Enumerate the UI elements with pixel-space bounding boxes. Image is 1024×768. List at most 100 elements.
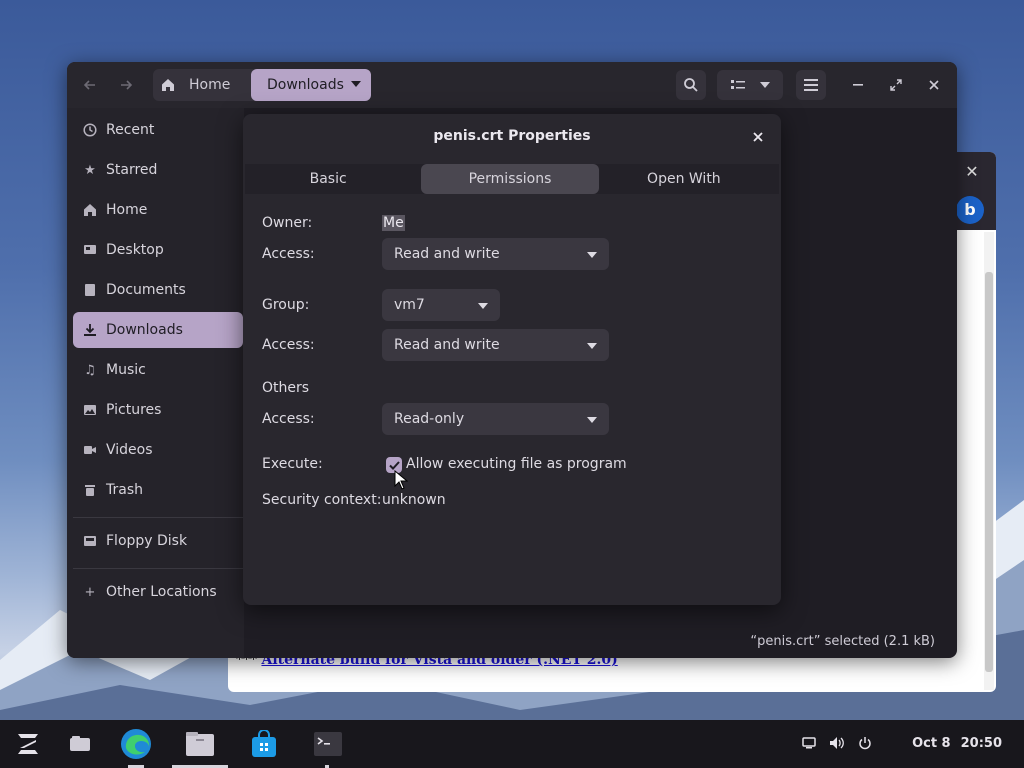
execute-label: Execute:	[262, 456, 323, 472]
path-home-button[interactable]: Home	[153, 69, 251, 101]
close-button[interactable]	[919, 70, 949, 100]
star-icon: ★	[84, 162, 96, 178]
shopping-bag-icon	[252, 730, 276, 757]
zorin-logo-icon	[18, 734, 38, 754]
sidebar-item-label: Documents	[106, 282, 186, 298]
group-value: vm7	[394, 297, 425, 313]
header-bar: Home Downloads	[67, 62, 957, 108]
chevron-down-icon	[587, 252, 597, 258]
terminal-icon	[314, 732, 342, 756]
tab-basic[interactable]: Basic	[245, 164, 411, 194]
search-icon	[684, 78, 698, 92]
sidebar-item-floppy-disk[interactable]: Floppy Disk	[73, 523, 243, 559]
owner-label: Owner:	[262, 215, 313, 231]
volume-icon[interactable]	[828, 734, 846, 752]
clock-time[interactable]: 20:50	[961, 736, 1002, 751]
clock-icon	[82, 122, 98, 138]
maximize-icon	[890, 79, 902, 91]
edge-browser-app[interactable]	[120, 728, 152, 760]
sidebar-item-home[interactable]: Home	[73, 192, 243, 228]
close-icon[interactable]: ✕	[962, 162, 982, 182]
arrow-right-icon	[121, 80, 133, 90]
zorin-menu-button[interactable]	[12, 728, 44, 760]
hamburger-menu-icon	[804, 79, 818, 91]
forward-button[interactable]	[111, 70, 141, 100]
sidebar-item-label: Home	[106, 202, 148, 218]
others-access-select[interactable]: Read-only	[382, 403, 609, 435]
sidebar-item-other-locations[interactable]: + Other Locations	[73, 574, 243, 610]
list-view-icon	[731, 80, 745, 89]
sidebar-item-pictures[interactable]: Pictures	[73, 392, 243, 428]
sidebar-item-videos[interactable]: Videos	[73, 432, 243, 468]
workspaces-button[interactable]	[64, 728, 96, 760]
dialog-title: penis.crt Properties	[433, 128, 591, 144]
sidebar-item-label: Floppy Disk	[106, 533, 188, 549]
scrollbar[interactable]	[984, 232, 994, 690]
view-options-button[interactable]	[717, 70, 783, 100]
checkmark-icon	[388, 460, 400, 470]
chevron-down-icon	[587, 343, 597, 349]
group-access-select[interactable]: Read and write	[382, 329, 609, 361]
sidebar-item-music[interactable]: ♫ Music	[73, 352, 243, 388]
software-store-app[interactable]	[248, 728, 280, 760]
group-select[interactable]: vm7	[382, 289, 500, 321]
power-icon[interactable]	[856, 734, 874, 752]
path-home-label: Home	[189, 77, 231, 93]
mouse-cursor-icon	[394, 470, 408, 490]
dialog-close-button[interactable]	[749, 128, 767, 146]
minimize-button[interactable]	[843, 70, 873, 100]
sidebar-item-starred[interactable]: ★ Starred	[73, 152, 243, 188]
files-app[interactable]	[184, 728, 216, 760]
sidebar-item-documents[interactable]: Documents	[73, 272, 243, 308]
sidebar-item-label: Recent	[106, 122, 155, 138]
sidebar-item-downloads[interactable]: Downloads	[73, 312, 243, 348]
home-icon	[82, 202, 98, 218]
sidebar-item-recent[interactable]: Recent	[73, 112, 243, 148]
sidebar-item-label: Music	[106, 362, 146, 378]
group-access-value: Read and write	[394, 337, 500, 353]
scrollbar-thumb[interactable]	[985, 272, 993, 672]
chevron-down-icon	[760, 82, 770, 88]
tab-open-with[interactable]: Open With	[601, 164, 767, 194]
path-current-button[interactable]: Downloads	[251, 69, 371, 101]
group-access-label: Access:	[262, 337, 315, 353]
tab-permissions[interactable]: Permissions	[421, 164, 599, 194]
download-icon	[82, 322, 98, 338]
terminal-app[interactable]	[312, 728, 344, 760]
security-context-value: unknown	[382, 492, 446, 508]
bing-icon[interactable]: b	[956, 196, 984, 224]
chevron-down-icon	[587, 417, 597, 423]
plus-icon: +	[84, 584, 96, 600]
back-button[interactable]	[75, 70, 105, 100]
chevron-down-icon	[478, 303, 488, 309]
workspaces-icon	[70, 736, 90, 751]
search-button[interactable]	[676, 70, 706, 100]
file-manager-icon	[186, 732, 214, 756]
maximize-button[interactable]	[881, 70, 911, 100]
home-icon	[162, 79, 174, 91]
owner-value-text: Me	[382, 215, 405, 231]
owner-value: Me	[382, 215, 405, 231]
execute-checkbox-label[interactable]: Allow executing file as program	[406, 456, 627, 472]
sidebar-item-desktop[interactable]: Desktop	[73, 232, 243, 268]
trash-icon	[82, 482, 98, 498]
sidebar-item-trash[interactable]: Trash	[73, 472, 243, 508]
group-label: Group:	[262, 297, 310, 313]
close-icon	[929, 80, 939, 90]
others-label: Others	[262, 380, 310, 396]
sidebar-item-label: Downloads	[106, 322, 183, 338]
sidebar-item-label: Pictures	[106, 402, 162, 418]
path-bar: Home Downloads	[153, 69, 371, 101]
others-access-value: Read-only	[394, 411, 465, 427]
main-menu-button[interactable]	[796, 70, 826, 100]
system-tray: Oct 8 20:50	[800, 734, 1002, 752]
clock-date[interactable]: Oct 8	[912, 736, 951, 751]
status-bar: “penis.crt” selected (2.1 kB)	[750, 634, 935, 649]
taskbar: Oct 8 20:50	[0, 720, 1024, 768]
sidebar-item-label: Videos	[106, 442, 153, 458]
sidebar-item-label: Trash	[106, 482, 143, 498]
owner-access-select[interactable]: Read and write	[382, 238, 609, 270]
screen-icon[interactable]	[800, 734, 818, 752]
video-icon	[82, 442, 98, 458]
edge-browser-icon	[121, 729, 151, 759]
